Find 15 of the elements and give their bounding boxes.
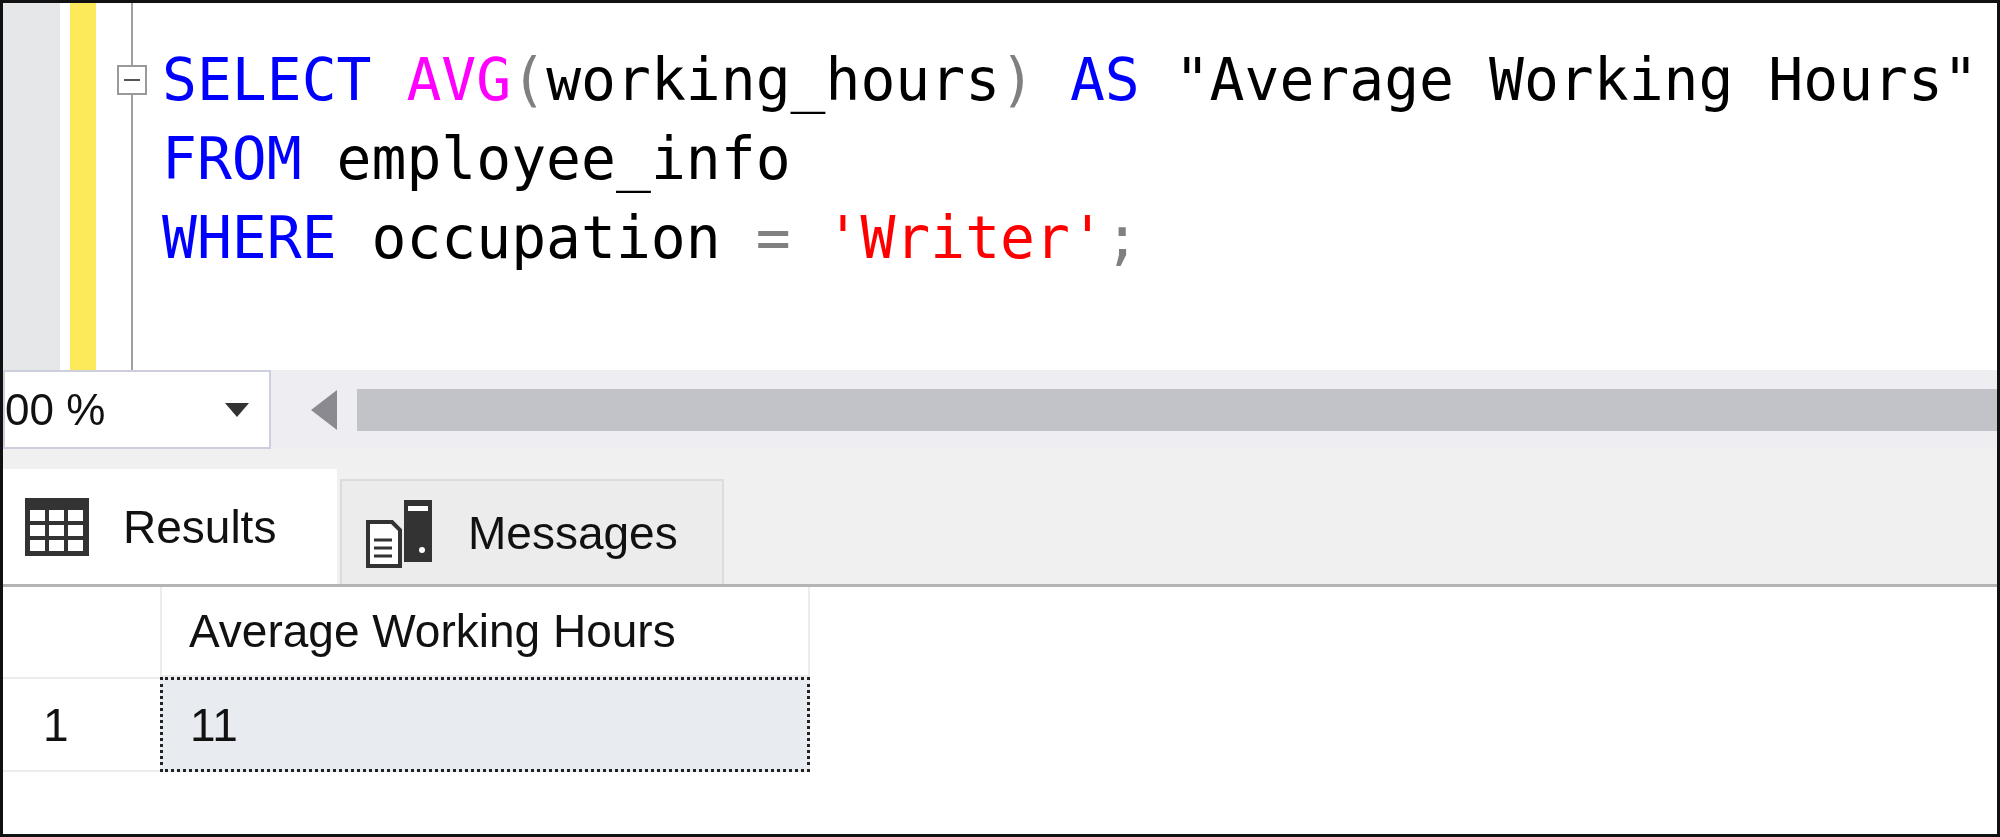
- scrollbar-track[interactable]: [357, 388, 1997, 431]
- collapse-icon[interactable]: [117, 65, 147, 95]
- results-tab[interactable]: Messages: [340, 479, 724, 584]
- column-header[interactable]: Average Working Hours: [160, 587, 810, 677]
- scroll-left-icon[interactable]: [311, 389, 337, 430]
- table-grid-icon: [25, 497, 89, 556]
- code-editor[interactable]: SELECT AVG(working_hours) AS "Average Working Hours" FROM employee_info WHERE occupation = 'Writer';: [3, 3, 1997, 370]
- code-line: FROM employee_info: [162, 124, 792, 195]
- results-tab[interactable]: Results: [3, 469, 337, 584]
- caret-icon: [225, 402, 249, 417]
- document-server-icon: [364, 497, 434, 568]
- table-cell[interactable]: 11: [160, 677, 810, 772]
- zoom-dropdown[interactable]: 00 %: [3, 370, 271, 449]
- code-line: WHERE occupation = 'Writer';: [162, 203, 1141, 274]
- code-line: SELECT AVG(working_hours) AS "Average Working Hours": [162, 45, 1978, 116]
